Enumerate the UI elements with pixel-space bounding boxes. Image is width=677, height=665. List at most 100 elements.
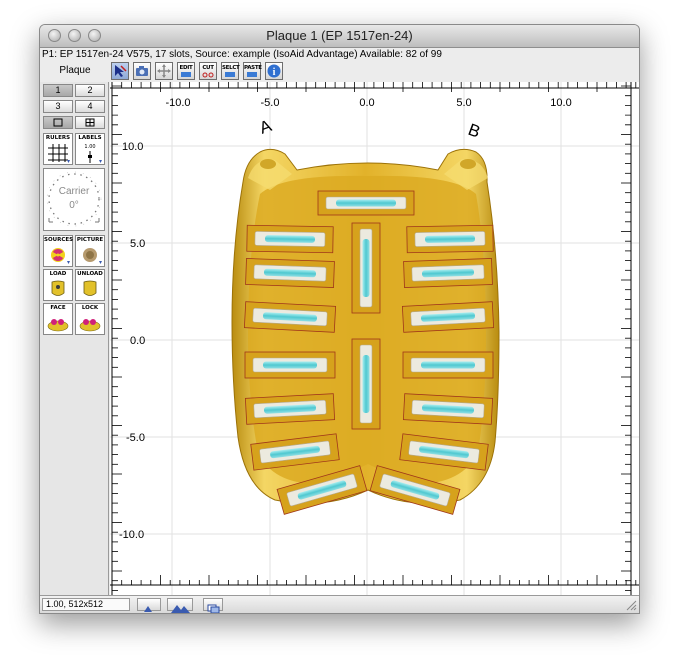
- seed: [424, 235, 476, 243]
- large-mountain-icon: [171, 605, 190, 613]
- svg-text:i: i: [273, 67, 276, 78]
- radiation-icon: [51, 248, 70, 264]
- select-button[interactable]: SELCT: [221, 62, 240, 80]
- seed: [336, 199, 396, 207]
- move-tool-button[interactable]: [155, 62, 173, 80]
- y-tick-label: 10.0: [122, 141, 143, 153]
- status-bar: 1.00, 512x512: [40, 595, 639, 613]
- edit-button[interactable]: EDIT: [177, 62, 195, 80]
- seed-slot: [243, 301, 337, 333]
- resize-grip-icon[interactable]: [625, 599, 637, 611]
- rulers-button[interactable]: RULERS: [43, 133, 73, 165]
- single-view-button[interactable]: [43, 116, 73, 129]
- plaque-canvas[interactable]: -10.0 -5.0 0.0 5.0 10.0 10.0 5.0 0.0 -5.…: [110, 82, 639, 595]
- unload-button[interactable]: UNLOAD: [75, 269, 105, 301]
- x-tick-label: -5.0: [261, 97, 280, 109]
- tab-view-1[interactable]: 1: [43, 84, 73, 97]
- window-layout-button[interactable]: [203, 598, 223, 613]
- right-ruler: [621, 82, 632, 595]
- x-tick-label: 0.0: [359, 97, 374, 109]
- picture-icon: [83, 248, 102, 264]
- plaque-window: Plaque 1 (EP 1517en-24) P1: EP 1517en-24…: [39, 24, 640, 614]
- seed-slot: [402, 351, 494, 379]
- paste-button[interactable]: PASTE: [243, 62, 262, 80]
- seed-slot: [406, 224, 494, 254]
- window-title: Plaque 1 (EP 1517en-24): [266, 28, 413, 43]
- seed: [362, 239, 370, 297]
- plaque-view[interactable]: -10.0 -5.0 0.0 5.0 10.0 10.0 5.0 0.0 -5.…: [110, 82, 639, 595]
- x-tick-label: -10.0: [165, 97, 190, 109]
- quad-pane-icon: [85, 118, 95, 127]
- plaque-right-eyelet: [460, 159, 476, 169]
- seed-slot: [351, 222, 381, 314]
- tab-view-4[interactable]: 4: [75, 100, 105, 113]
- move-arrows-icon: [157, 64, 171, 78]
- left-ruler: [111, 82, 122, 595]
- bottom-ruler: [110, 575, 639, 586]
- seed-slot: [401, 301, 495, 333]
- labels-label: LABELS: [78, 135, 102, 141]
- plaque-label: Plaque: [59, 65, 91, 76]
- sources-label: SOURCES: [44, 237, 74, 243]
- load-button[interactable]: LOAD: [43, 269, 73, 301]
- carrier-label: Carrier: [58, 186, 90, 197]
- small-mountain-icon: [144, 606, 152, 612]
- seed: [421, 361, 475, 369]
- zoom-out-button[interactable]: [137, 598, 161, 612]
- top-ruler: [110, 82, 639, 92]
- x-tick-label: 10.0: [550, 97, 571, 109]
- tab-view-2[interactable]: 2: [75, 84, 105, 97]
- tab-view-3[interactable]: 3: [43, 100, 73, 113]
- lock-button[interactable]: LOCK: [75, 303, 105, 335]
- paste-icon: [247, 72, 257, 77]
- single-pane-icon: [53, 118, 63, 127]
- y-tick-label: -5.0: [126, 432, 145, 444]
- face-button[interactable]: FACE: [43, 303, 73, 335]
- edit-button-label: EDIT: [179, 65, 193, 71]
- sidebar: 1 2 3 4 RULERS LABELS 1.00 Carrier 0° SO…: [40, 82, 109, 595]
- x-tick-label: 5.0: [456, 97, 471, 109]
- plaque-info: P1: EP 1517en-24 V575, 17 slots, Source:…: [42, 49, 442, 60]
- picture-label: PICTURE: [76, 237, 104, 243]
- title-bar[interactable]: Plaque 1 (EP 1517en-24): [40, 25, 639, 48]
- zoom-in-button[interactable]: [167, 598, 193, 613]
- unload-plaque-icon: [83, 280, 97, 296]
- picture-button[interactable]: PICTURE: [75, 235, 105, 267]
- camera-icon: [136, 66, 148, 76]
- label-size-icon: [88, 151, 102, 163]
- y-tick-label: 0.0: [130, 335, 145, 347]
- edit-icon: [181, 72, 191, 77]
- label-a: A: [257, 116, 275, 138]
- window-stack-icon: [207, 604, 220, 613]
- seed: [263, 361, 317, 369]
- seed-slot: [402, 393, 494, 425]
- sources-button[interactable]: SOURCES: [43, 235, 73, 267]
- view-tool-button[interactable]: [133, 62, 151, 80]
- grid-icon: [48, 144, 70, 163]
- select-icon: [225, 72, 235, 77]
- lock-icon: [79, 319, 101, 332]
- seed-slot: [244, 393, 336, 425]
- load-label: LOAD: [49, 271, 67, 277]
- seed: [264, 235, 316, 243]
- scissors-icon: [202, 72, 214, 78]
- arrow-cursor-icon: [115, 65, 127, 77]
- y-tick-label: 5.0: [130, 238, 145, 250]
- carrier-dial[interactable]: Carrier 0°: [43, 168, 105, 231]
- seed: [362, 355, 370, 413]
- seed-slot: [245, 258, 335, 288]
- lock-label: LOCK: [81, 305, 99, 311]
- labels-button[interactable]: LABELS 1.00: [75, 133, 105, 165]
- rulers-label: RULERS: [45, 135, 71, 141]
- plaque-left-eyelet: [260, 159, 276, 169]
- face-label: FACE: [50, 305, 66, 311]
- carrier-angle: 0°: [69, 200, 79, 211]
- face-icon: [47, 319, 69, 332]
- select-tool-button[interactable]: [111, 62, 129, 80]
- quad-view-button[interactable]: [75, 116, 105, 129]
- select-button-label: SELCT: [222, 65, 240, 71]
- info-button[interactable]: i: [265, 62, 283, 80]
- seed-slot: [403, 258, 493, 288]
- cut-button[interactable]: CUT: [199, 62, 217, 80]
- seed-slot: [351, 338, 381, 430]
